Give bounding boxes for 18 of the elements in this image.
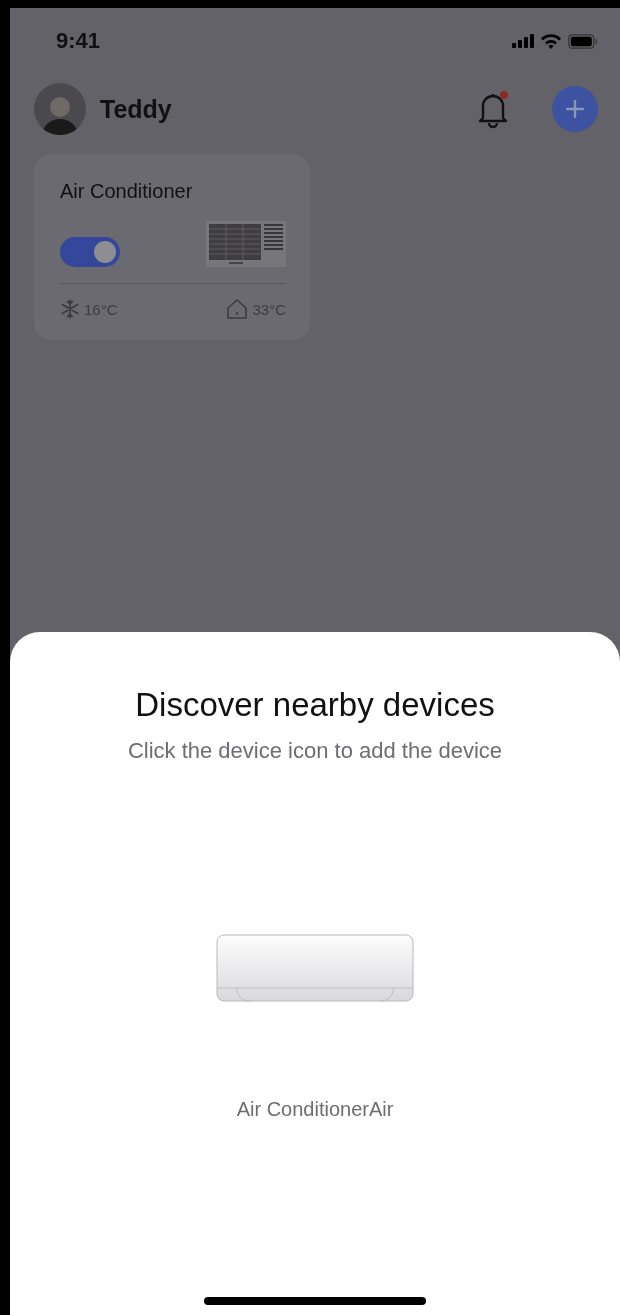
air-conditioner-icon: [216, 934, 414, 1002]
power-toggle[interactable]: [60, 237, 120, 267]
discovered-device[interactable]: Air ConditionerAir: [216, 934, 414, 1121]
avatar[interactable]: [34, 83, 86, 135]
plus-icon: [566, 100, 584, 118]
sheet-subtitle: Click the device icon to add the device: [127, 738, 503, 764]
wifi-icon: [540, 33, 562, 49]
device-name: Air Conditioner: [60, 180, 194, 203]
snowflake-icon: [60, 299, 80, 319]
signal-icon: [512, 34, 534, 48]
status-time: 9:41: [56, 28, 101, 54]
house-icon: [226, 298, 249, 320]
user-name: Teddy: [100, 94, 173, 124]
add-device-button[interactable]: [552, 86, 598, 132]
sheet-title: Discover nearby devices: [135, 686, 495, 724]
window-air-conditioner-icon: [206, 221, 286, 267]
battery-icon: [568, 33, 598, 49]
notification-button[interactable]: [476, 89, 510, 129]
